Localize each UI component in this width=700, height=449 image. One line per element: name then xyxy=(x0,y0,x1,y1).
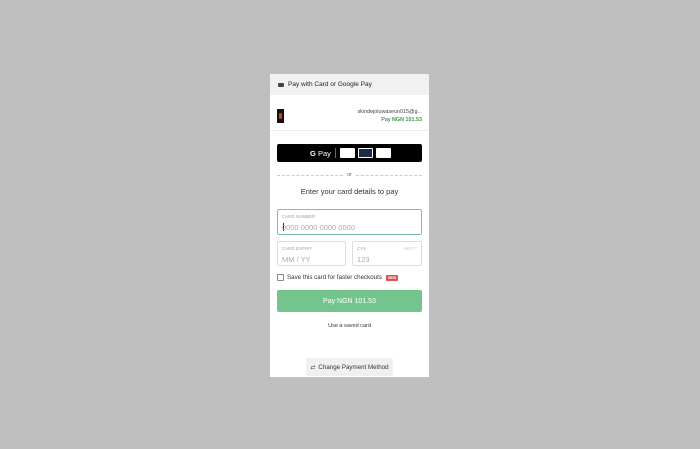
card-number-field[interactable]: CARD NUMBER xyxy=(277,209,422,235)
modal-header: Pay with Card or Google Pay xyxy=(270,74,429,95)
card-chip-icon xyxy=(375,148,391,158)
pay-amount: NGN 101.53 xyxy=(392,117,422,123)
card-number-label: CARD NUMBER xyxy=(282,214,316,219)
merchant-logo xyxy=(277,109,284,123)
new-badge: NEW xyxy=(385,274,399,281)
save-card-row[interactable]: Save this card for faster checkouts NEW xyxy=(277,274,399,281)
google-pay-label: Pay xyxy=(317,148,331,158)
card-number-input[interactable] xyxy=(278,223,421,232)
card-expiry-input[interactable] xyxy=(278,255,345,264)
pay-amount-line: Pay NGN 101.53 xyxy=(381,117,422,123)
google-pay-button[interactable]: G Pay xyxy=(277,144,422,162)
gpay-separator xyxy=(334,148,336,158)
cvv-field[interactable]: CVV HELP? xyxy=(352,241,422,266)
change-payment-method-button[interactable]: ⇄ Change Payment Method xyxy=(306,358,393,376)
header-title: Pay with Card or Google Pay xyxy=(288,81,372,88)
form-heading: Enter your card details to pay xyxy=(300,187,399,196)
use-saved-card-link[interactable]: Use a saved card xyxy=(270,323,429,329)
card-expiry-label: CARD EXPIRY xyxy=(282,246,313,251)
swap-icon: ⇄ xyxy=(310,364,316,371)
change-payment-method-label: Change Payment Method xyxy=(318,363,389,371)
google-g-icon: G xyxy=(310,148,316,158)
card-chip-icon xyxy=(357,148,373,158)
cvv-label: CVV xyxy=(357,246,367,251)
merchant-info: skindejoluwaseun015@g... Pay NGN 101.53 xyxy=(270,95,429,131)
card-chip-icon xyxy=(339,148,355,158)
save-card-checkbox[interactable] xyxy=(277,274,284,281)
payment-modal: Pay with Card or Google Pay skindejoluwa… xyxy=(270,74,429,377)
card-icon xyxy=(278,82,284,87)
cvv-help-link[interactable]: HELP? xyxy=(404,246,417,251)
pay-button[interactable]: Pay NGN 101.53 xyxy=(277,290,422,312)
save-card-label: Save this card for faster checkouts xyxy=(287,274,382,281)
customer-email: skindejoluwaseun015@g... xyxy=(357,109,422,115)
card-expiry-field[interactable]: CARD EXPIRY xyxy=(277,241,346,266)
or-divider: or xyxy=(277,172,423,178)
cvv-input[interactable] xyxy=(353,255,421,264)
